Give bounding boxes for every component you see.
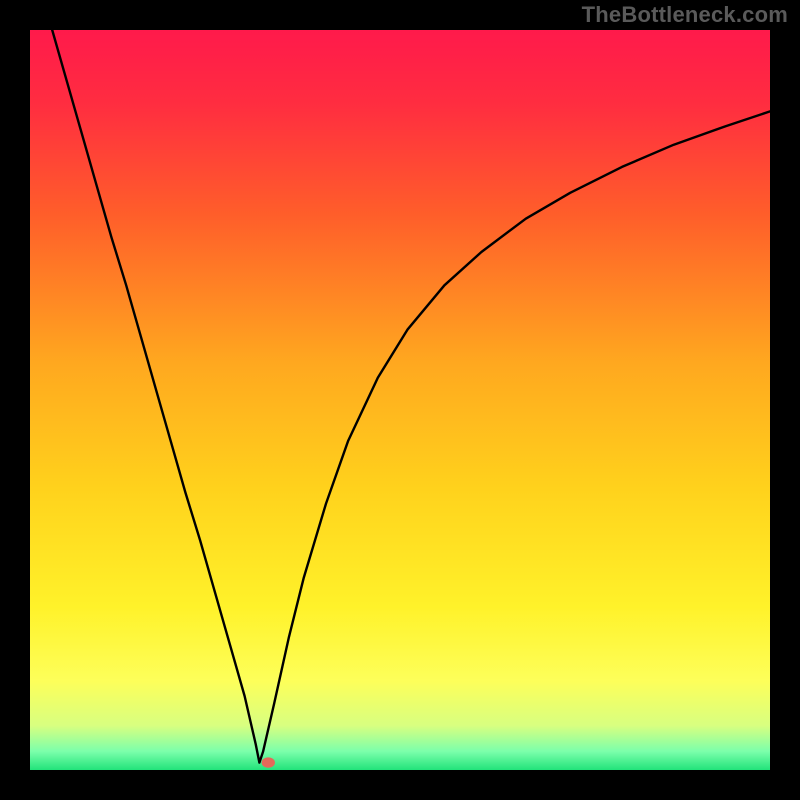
plot-area (30, 30, 770, 770)
marker-dot (262, 757, 275, 767)
watermark-text: TheBottleneck.com (582, 2, 788, 28)
chart-svg (0, 0, 800, 800)
chart-container: TheBottleneck.com (0, 0, 800, 800)
